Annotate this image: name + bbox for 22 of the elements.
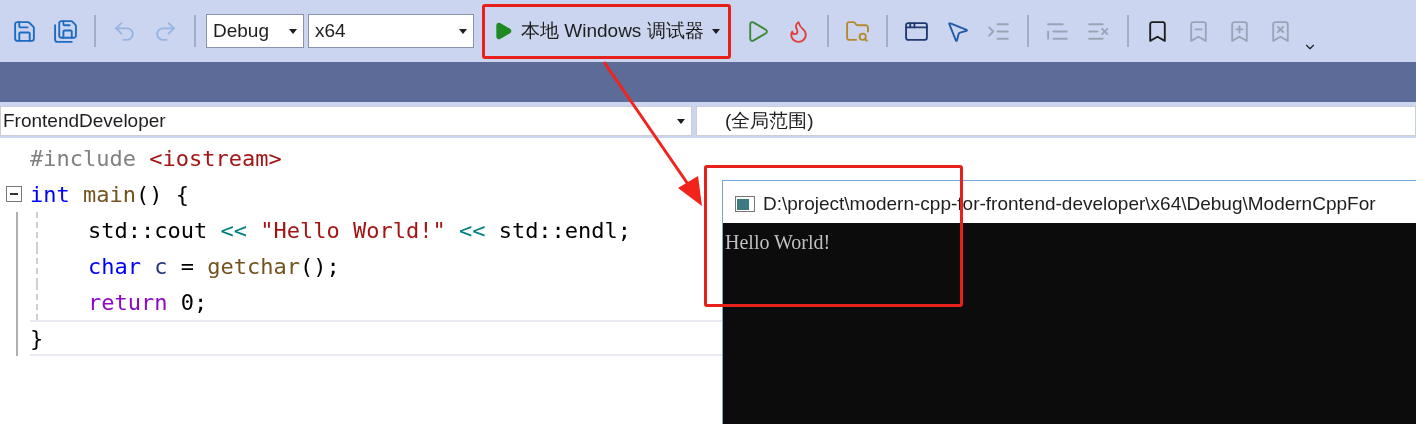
- project-dropdown[interactable]: FrontendDeveloper: [0, 106, 692, 136]
- configuration-dropdown[interactable]: Debug: [206, 14, 304, 48]
- dropdown-arrow-icon: [459, 28, 467, 34]
- platform-dropdown[interactable]: x64: [308, 14, 474, 48]
- code-line: int main() {: [30, 180, 189, 209]
- save-icon: [12, 18, 37, 44]
- dropdown-arrow-icon: [711, 28, 720, 34]
- code-line: }: [30, 324, 44, 353]
- dropdown-arrow-icon: [289, 28, 297, 34]
- code-line: std::cout << "Hello World!" << std::endl;: [88, 216, 632, 245]
- scope-dropdown[interactable]: (全局范围): [696, 106, 1416, 136]
- code-line: char c = getchar();: [88, 252, 340, 281]
- code-line: return 0;: [88, 288, 208, 317]
- console-output: Hello World!: [725, 231, 831, 253]
- folder-search-icon: [844, 18, 870, 44]
- dropdown-arrow-icon: [677, 118, 685, 124]
- collapse-toggle-icon[interactable]: [6, 186, 22, 202]
- code-line: #include <iostream>: [30, 144, 282, 173]
- save-all-icon: [53, 18, 78, 44]
- play-icon: [493, 21, 513, 41]
- start-debugging-button[interactable]: 本地 Windows 调试器: [489, 12, 724, 50]
- console-app-icon: [735, 196, 755, 212]
